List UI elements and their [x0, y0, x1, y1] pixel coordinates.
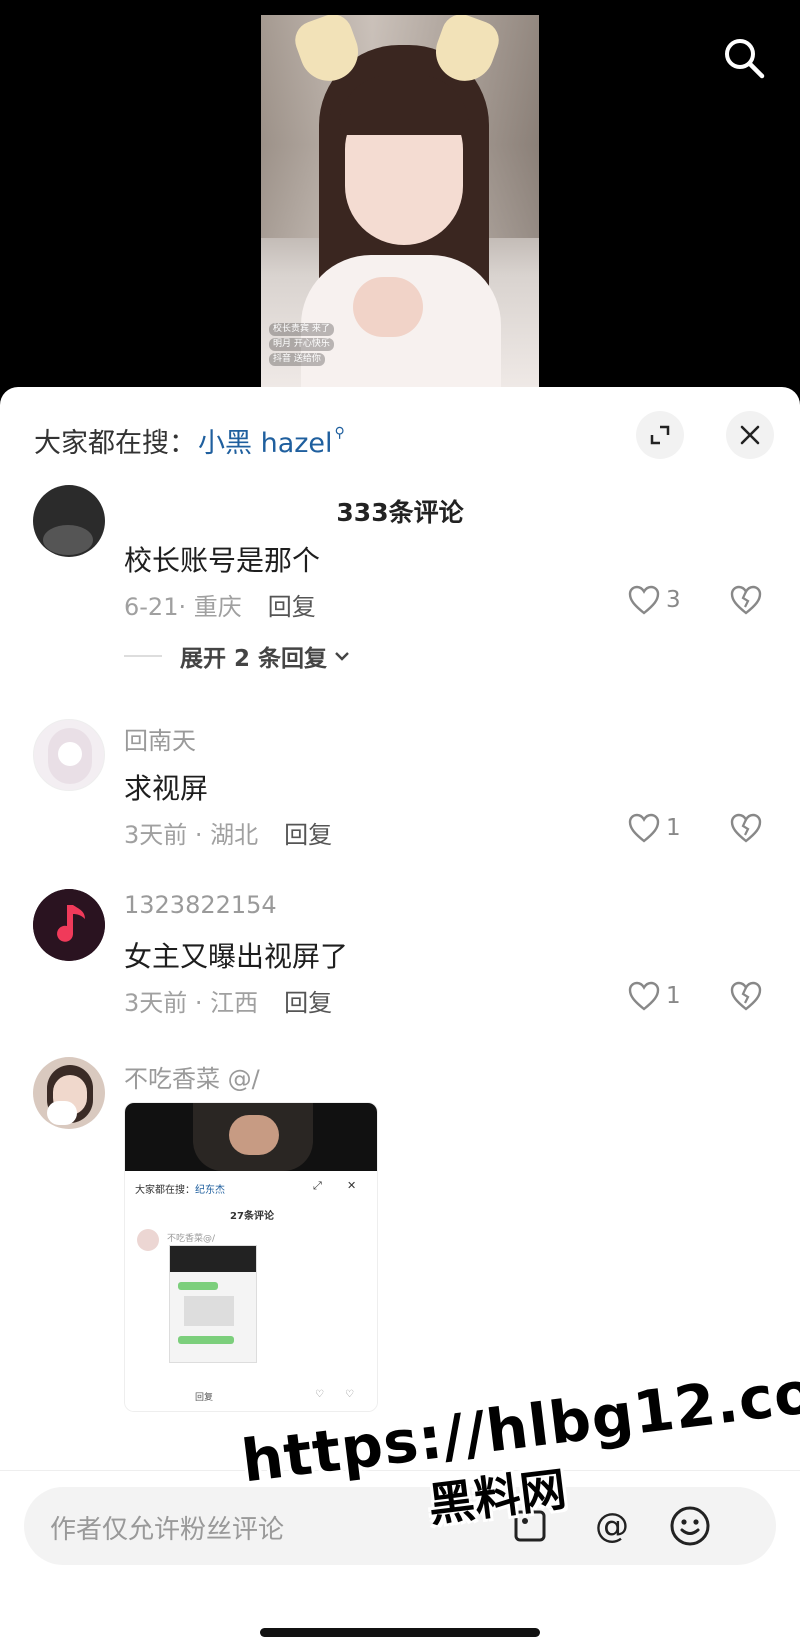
nested-chat-bubble: [178, 1336, 234, 1344]
close-icon: [740, 425, 760, 445]
broken-heart-icon: [730, 981, 762, 1011]
comment-meta: 3天前 · 江西 回复: [124, 983, 332, 1018]
comment-date-location: 3天前 · 江西: [124, 989, 259, 1017]
emoji-icon: [670, 1506, 710, 1546]
avatar[interactable]: [33, 485, 105, 557]
comment-input-bar[interactable]: 作者仅允许粉丝评论 @: [24, 1487, 776, 1565]
comment-meta: 6-21· 重庆 回复: [124, 587, 316, 622]
attached-broken-heart-icon: ♡: [345, 1389, 354, 1400]
attached-comment-sheet: 大家都在搜：纪东杰 ⤢ ✕ 27条评论 不吃香菜@/ 回复 ♡ ♡: [125, 1171, 377, 1411]
attached-hot-term: 纪东杰: [195, 1185, 225, 1196]
like-count: 1: [666, 983, 681, 1009]
heart-icon: [628, 585, 660, 615]
video-player[interactable]: 校长贵宾 来了 明月 开心快乐 抖音 送给你: [0, 0, 800, 400]
like-count: 1: [666, 815, 681, 841]
hot-search-prefix: 大家都在搜：: [34, 428, 196, 459]
reply-button[interactable]: 回复: [268, 587, 316, 622]
comment-date-location: 6-21· 重庆: [124, 593, 242, 621]
reply-button[interactable]: 回复: [284, 983, 332, 1018]
dislike-button[interactable]: [730, 813, 762, 847]
mention-button[interactable]: @: [590, 1504, 634, 1548]
attached-hot-prefix: 大家都在搜：: [135, 1185, 195, 1196]
attached-reply-label: 回复: [195, 1393, 214, 1403]
comment-item: 回南天 求视屏 3天前 · 湖北 回复 1: [0, 717, 800, 857]
close-sheet-button[interactable]: [726, 411, 774, 459]
nested-chat-bubble: [178, 1282, 218, 1290]
image-button[interactable]: [508, 1504, 552, 1548]
broken-heart-icon: [730, 813, 762, 843]
nested-chat-block: [184, 1296, 234, 1326]
heart-icon: [628, 981, 660, 1011]
comment-sheet: 大家都在搜： 小黑 hazel ⚲ 333条评论 校长账号是那个 6-21· 重…: [0, 387, 800, 1652]
heart-icon: [628, 813, 660, 843]
live-chat-line: 校长贵宾 来了: [269, 323, 334, 336]
avatar[interactable]: [33, 889, 105, 961]
comment-text: 女主又曝出视屏了: [124, 940, 349, 973]
expand-icon: [650, 425, 670, 445]
comment-username[interactable]: 回南天: [124, 721, 196, 756]
home-indicator[interactable]: [260, 1628, 540, 1637]
image-icon: [514, 1510, 546, 1542]
live-chat-line: 明月 开心快乐: [269, 338, 334, 351]
svg-text:@: @: [595, 1506, 629, 1546]
at-icon: @: [595, 1506, 629, 1546]
dislike-button[interactable]: [730, 585, 762, 619]
comment-meta: 3天前 · 湖北 回复: [124, 815, 332, 850]
live-chat-overlay: 校长贵宾 来了 明月 开心快乐 抖音 送给你: [269, 323, 531, 368]
broken-heart-icon: [730, 585, 762, 615]
attached-person-neck: [229, 1115, 279, 1155]
hot-search-term[interactable]: 小黑 hazel: [198, 421, 333, 460]
comment-date-location: 3天前 · 湖北: [124, 821, 259, 849]
small-search-icon: ⚲: [334, 424, 345, 441]
attached-hot-search: 大家都在搜：纪东杰: [135, 1181, 225, 1196]
like-button[interactable]: 3: [628, 585, 681, 615]
expand-replies-button[interactable]: 展开 2 条回复: [124, 639, 351, 673]
like-count: 3: [666, 587, 681, 613]
comment-item: 不吃香菜 @/ 大家都在搜：纪东杰 ⤢ ✕ 27条评论 不吃香菜@/ 回复 ♡ …: [0, 1055, 800, 1455]
like-button[interactable]: 1: [628, 813, 681, 843]
reply-button[interactable]: 回复: [284, 815, 332, 850]
comment-username[interactable]: 1323822154: [124, 891, 277, 919]
chevron-down-icon: [335, 652, 349, 661]
attached-comment-count: 27条评论: [230, 1211, 274, 1222]
comment-image[interactable]: 大家都在搜：纪东杰 ⤢ ✕ 27条评论 不吃香菜@/ 回复 ♡ ♡: [124, 1102, 378, 1412]
attached-username: 不吃香菜@/: [167, 1234, 216, 1244]
avatar[interactable]: [33, 719, 105, 791]
like-button[interactable]: 1: [628, 981, 681, 1011]
attached-close-icon: ✕: [347, 1179, 357, 1192]
music-note-icon: [33, 889, 105, 961]
comment-attachment-wrapper: 大家都在搜：纪东杰 ⤢ ✕ 27条评论 不吃香菜@/ 回复 ♡ ♡: [0, 1102, 800, 1422]
expand-sheet-button[interactable]: [636, 411, 684, 459]
expand-replies-label: 展开 2 条回复: [180, 646, 328, 672]
emoji-button[interactable]: [668, 1504, 712, 1548]
dislike-button[interactable]: [730, 981, 762, 1015]
comment-item: 校长账号是那个 6-21· 重庆 回复 3 展开 2 条回复: [0, 485, 800, 693]
nested-video-bar: [170, 1246, 256, 1272]
comment-text: 求视屏: [124, 772, 209, 805]
search-icon: [725, 39, 765, 79]
live-chat-line: 抖音 送给你: [269, 353, 325, 366]
attached-video-thumb: [125, 1103, 377, 1171]
hot-search-row[interactable]: 大家都在搜： 小黑 hazel ⚲: [34, 421, 345, 460]
comment-item: 1323822154 女主又曝出视屏了 3天前 · 江西 回复 1: [0, 887, 800, 1027]
attached-expand-icon: ⤢: [313, 1179, 322, 1192]
video-frame: 校长贵宾 来了 明月 开心快乐 抖音 送给你: [261, 15, 539, 387]
attached-nested-image: [169, 1245, 257, 1363]
input-divider: [0, 1470, 800, 1471]
comment-text: 校长账号是那个: [124, 544, 321, 577]
expand-divider: [124, 655, 162, 657]
search-button[interactable]: [722, 36, 766, 80]
attached-avatar: [137, 1229, 159, 1251]
comment-username[interactable]: 不吃香菜 @/: [124, 1059, 260, 1094]
attached-heart-icon: ♡: [315, 1389, 324, 1400]
comment-input-placeholder[interactable]: 作者仅允许粉丝评论: [50, 1509, 284, 1546]
